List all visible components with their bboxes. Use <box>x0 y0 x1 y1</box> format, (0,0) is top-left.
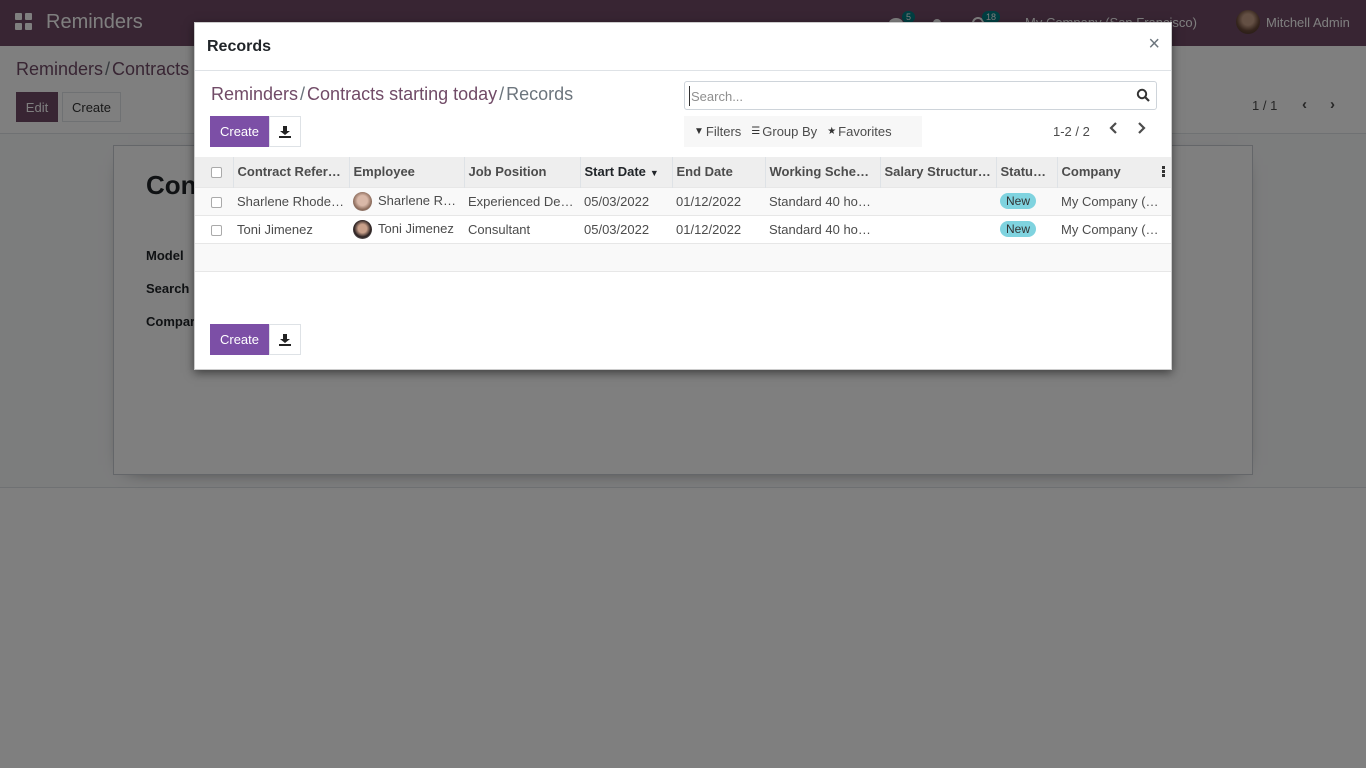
star-icon: ★ <box>827 126 837 137</box>
create-button[interactable]: Create <box>210 116 269 147</box>
column-header-salary-structure[interactable]: Salary Structur… <box>879 157 996 187</box>
cell-contract-reference: Toni Jimenez <box>237 221 313 237</box>
download-icon <box>279 333 291 346</box>
employee-avatar <box>353 219 372 239</box>
cell-start-date: 05/03/2022 <box>584 221 650 237</box>
empty-row <box>195 243 1171 271</box>
cell-job-position: Experienced De… <box>468 193 574 209</box>
cell-status: New <box>996 215 1057 243</box>
footer-create-button[interactable]: Create <box>210 324 269 355</box>
dialog-title: Records <box>207 38 272 55</box>
column-header-status[interactable]: Status… <box>995 157 1057 187</box>
cell-employee: Toni Jimenez <box>349 215 464 243</box>
download-icon <box>279 125 291 138</box>
group-by-dropdown[interactable]: ☰ Group By <box>751 124 817 139</box>
status-badge: New <box>1000 221 1037 237</box>
table-row[interactable]: Toni Jimenez Toni Jimenez Consultant 05/… <box>195 215 1171 243</box>
column-header-end-date[interactable]: End Date <box>671 157 765 187</box>
cell-contract-reference: Sharlene Rhode… <box>237 193 344 209</box>
select-all-checkbox[interactable] <box>195 157 233 187</box>
column-header-start-date[interactable]: Start Date ▼ <box>579 157 672 187</box>
breadcrumb-current: Records <box>506 84 574 104</box>
row-checkbox[interactable] <box>195 187 233 215</box>
column-header-contract-reference[interactable]: Contract Refer… <box>232 157 349 187</box>
records-dialog: Records × Reminders / Contracts starting t… <box>194 22 1172 370</box>
export-button[interactable] <box>269 116 301 147</box>
cell-status: New <box>996 187 1057 215</box>
cell-salary-structure <box>880 215 996 243</box>
cell-end-date: 01/12/2022 <box>676 193 742 209</box>
records-table: Contract Refer… Employee Job Position St… <box>195 157 1171 299</box>
pager-value[interactable]: 1-2 / 2 <box>1053 124 1090 139</box>
pager-next-icon[interactable] <box>1133 120 1149 136</box>
bars-icon: ☰ <box>751 126 761 137</box>
cell-start-date: 05/03/2022 <box>584 193 650 209</box>
filter-icon: ▼ <box>694 126 704 137</box>
search-input[interactable] <box>689 86 1129 106</box>
close-icon[interactable]: × <box>1148 34 1160 54</box>
cell-company: My Company (S… <box>1061 221 1168 237</box>
row-checkbox[interactable] <box>195 215 233 243</box>
dialog-breadcrumb: Reminders / Contracts starting today / Recor… <box>211 84 574 104</box>
table-row[interactable]: Sharlene Rhode… Sharlene Rhod Experience… <box>195 187 1171 215</box>
cell-salary-structure <box>880 187 996 215</box>
employee-avatar <box>353 191 372 211</box>
sort-descending-icon: ▼ <box>649 168 659 179</box>
search-icon[interactable] <box>1136 88 1150 102</box>
footer-export-button[interactable] <box>269 324 301 355</box>
cell-company: My Company (S… <box>1061 193 1168 209</box>
pager-previous-icon[interactable] <box>1106 120 1122 136</box>
breadcrumb-item-contracts-starting-today[interactable]: Contracts starting today <box>307 84 497 104</box>
column-header-working-schedule[interactable]: Working Sched… <box>764 157 880 187</box>
empty-row <box>195 271 1171 299</box>
favorites-dropdown[interactable]: ★ Favorites <box>827 124 891 139</box>
breadcrumb-item-reminders[interactable]: Reminders <box>211 84 298 104</box>
dialog-header: Records × <box>195 23 1171 71</box>
records-table-wrapper: Contract Refer… Employee Job Position St… <box>195 157 1171 308</box>
column-header-company[interactable]: Company <box>1056 157 1171 187</box>
status-badge: New <box>1000 193 1037 209</box>
table-header-row: Contract Refer… Employee Job Position St… <box>195 157 1171 187</box>
cell-working-schedule: Standard 40 ho… <box>769 193 871 209</box>
search-options: ▼ Filters ☰ Group By ★ Favorites <box>684 116 922 147</box>
column-header-employee[interactable]: Employee <box>348 157 464 187</box>
cell-job-position: Consultant <box>468 221 531 237</box>
column-header-job-position[interactable]: Job Position <box>463 157 580 187</box>
filters-dropdown[interactable]: ▼ Filters <box>694 124 741 139</box>
cell-employee: Sharlene Rhod <box>349 187 464 215</box>
optional-columns-icon[interactable] <box>1162 166 1165 177</box>
cell-end-date: 01/12/2022 <box>676 221 742 237</box>
cell-working-schedule: Standard 40 ho… <box>769 221 871 237</box>
search-bar <box>684 81 1157 110</box>
